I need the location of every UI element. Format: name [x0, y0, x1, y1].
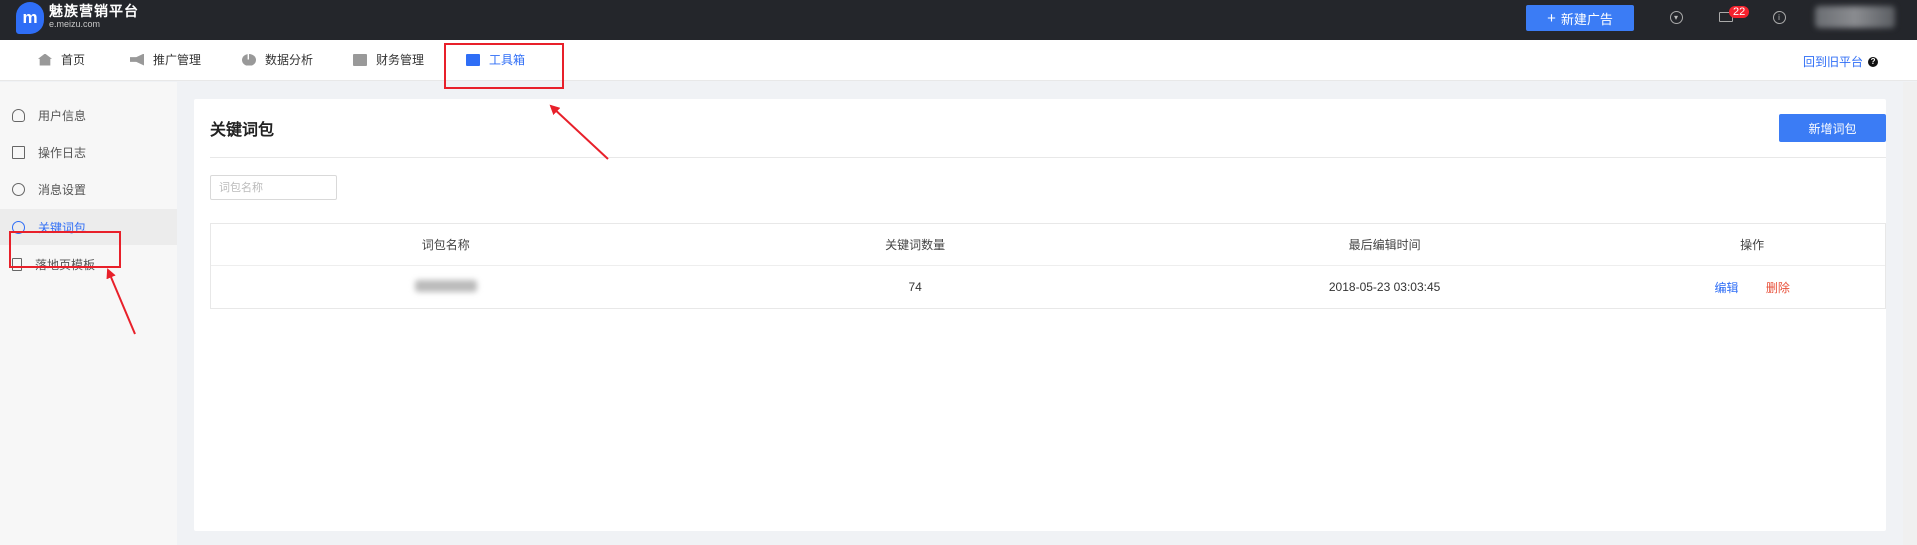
page-title: 关键词包 [210, 122, 275, 139]
sidebar-item-operation-log[interactable]: 操作日志 [0, 134, 177, 170]
delete-link[interactable]: 删除 [1766, 281, 1790, 295]
sidebar-item-user-info[interactable]: 用户信息 [0, 97, 177, 133]
edit-link[interactable]: 编辑 [1714, 281, 1738, 295]
logo[interactable]: m 魅族营销平台 e.meizu.com [16, 2, 139, 34]
annotation-highlight-toolbox [444, 43, 564, 89]
table-header: 词包名称 关键词数量 最后编辑时间 操作 [211, 224, 1885, 266]
keyword-packs-panel: 关键词包 新增词包 词包名称 关键词数量 最后编辑时间 操作 74 2018-0… [194, 99, 1886, 531]
sidebar: 用户信息 操作日志 消息设置 关键词包 落地页模板 [0, 82, 177, 545]
main-nav: 首页 推广管理 数据分析 财务管理 工具箱 回到旧平台 ? [0, 40, 1917, 81]
nav-item-home[interactable]: 首页 [38, 51, 85, 68]
column-header: 词包名称 [421, 238, 470, 252]
help-icon: ? [1868, 56, 1879, 67]
keyword-count: 74 [908, 280, 922, 294]
megaphone-icon [130, 53, 144, 66]
sidebar-item-label: 消息设置 [38, 182, 87, 197]
nav-item-label: 首页 [61, 53, 86, 67]
nav-item-label: 数据分析 [265, 53, 314, 67]
column-header: 最后编辑时间 [1348, 238, 1421, 252]
table-row: 74 2018-05-23 03:03:45 编辑 删除 [211, 266, 1885, 308]
nav-item-label: 财务管理 [376, 53, 425, 67]
nav-item-promotion[interactable]: 推广管理 [130, 51, 201, 68]
new-ad-label: 新建广告 [1560, 11, 1613, 27]
home-icon [38, 53, 52, 66]
logo-subtitle: e.meizu.com [49, 19, 101, 29]
user-icon [12, 108, 25, 122]
nav-item-label: 推广管理 [153, 53, 202, 67]
pack-name-search-input[interactable] [210, 175, 337, 200]
add-keyword-pack-button[interactable]: 新增词包 [1779, 114, 1886, 142]
nav-item-finance[interactable]: 财务管理 [353, 51, 424, 68]
nav-item-analytics[interactable]: 数据分析 [242, 51, 313, 68]
annotation-highlight-keyword-packs [9, 231, 121, 268]
keyword-packs-table: 词包名称 关键词数量 最后编辑时间 操作 74 2018-05-23 03:03… [210, 223, 1886, 309]
back-to-old-platform-link[interactable]: 回到旧平台 ? [1803, 53, 1879, 70]
top-bar: m 魅族营销平台 e.meizu.com + 新建广告 ▾ 22 i [0, 0, 1917, 40]
sidebar-item-message-settings[interactable]: 消息设置 [0, 171, 177, 207]
logo-title: 魅族营销平台 [49, 3, 139, 19]
sidebar-item-label: 用户信息 [38, 108, 87, 123]
log-icon [12, 145, 25, 159]
info-icon[interactable]: i [1771, 9, 1787, 25]
page-scrollbar[interactable] [1903, 82, 1917, 545]
pie-chart-icon [242, 53, 256, 66]
mail-count-badge: 22 [1729, 6, 1750, 18]
sidebar-item-label: 操作日志 [38, 145, 87, 160]
pack-name-blurred[interactable] [414, 279, 477, 292]
download-icon[interactable]: ▾ [1668, 9, 1684, 25]
last-edited-time: 2018-05-23 03:03:45 [1328, 280, 1441, 294]
plus-icon: + [1547, 9, 1556, 27]
user-account-blurred[interactable] [1815, 6, 1895, 28]
gear-icon [12, 182, 25, 196]
divider [210, 157, 1886, 158]
column-header: 关键词数量 [885, 238, 946, 252]
safe-icon [353, 53, 367, 66]
meizu-logo-icon: m [16, 2, 44, 34]
new-ad-button[interactable]: + 新建广告 [1526, 5, 1634, 31]
column-header: 操作 [1740, 238, 1765, 252]
